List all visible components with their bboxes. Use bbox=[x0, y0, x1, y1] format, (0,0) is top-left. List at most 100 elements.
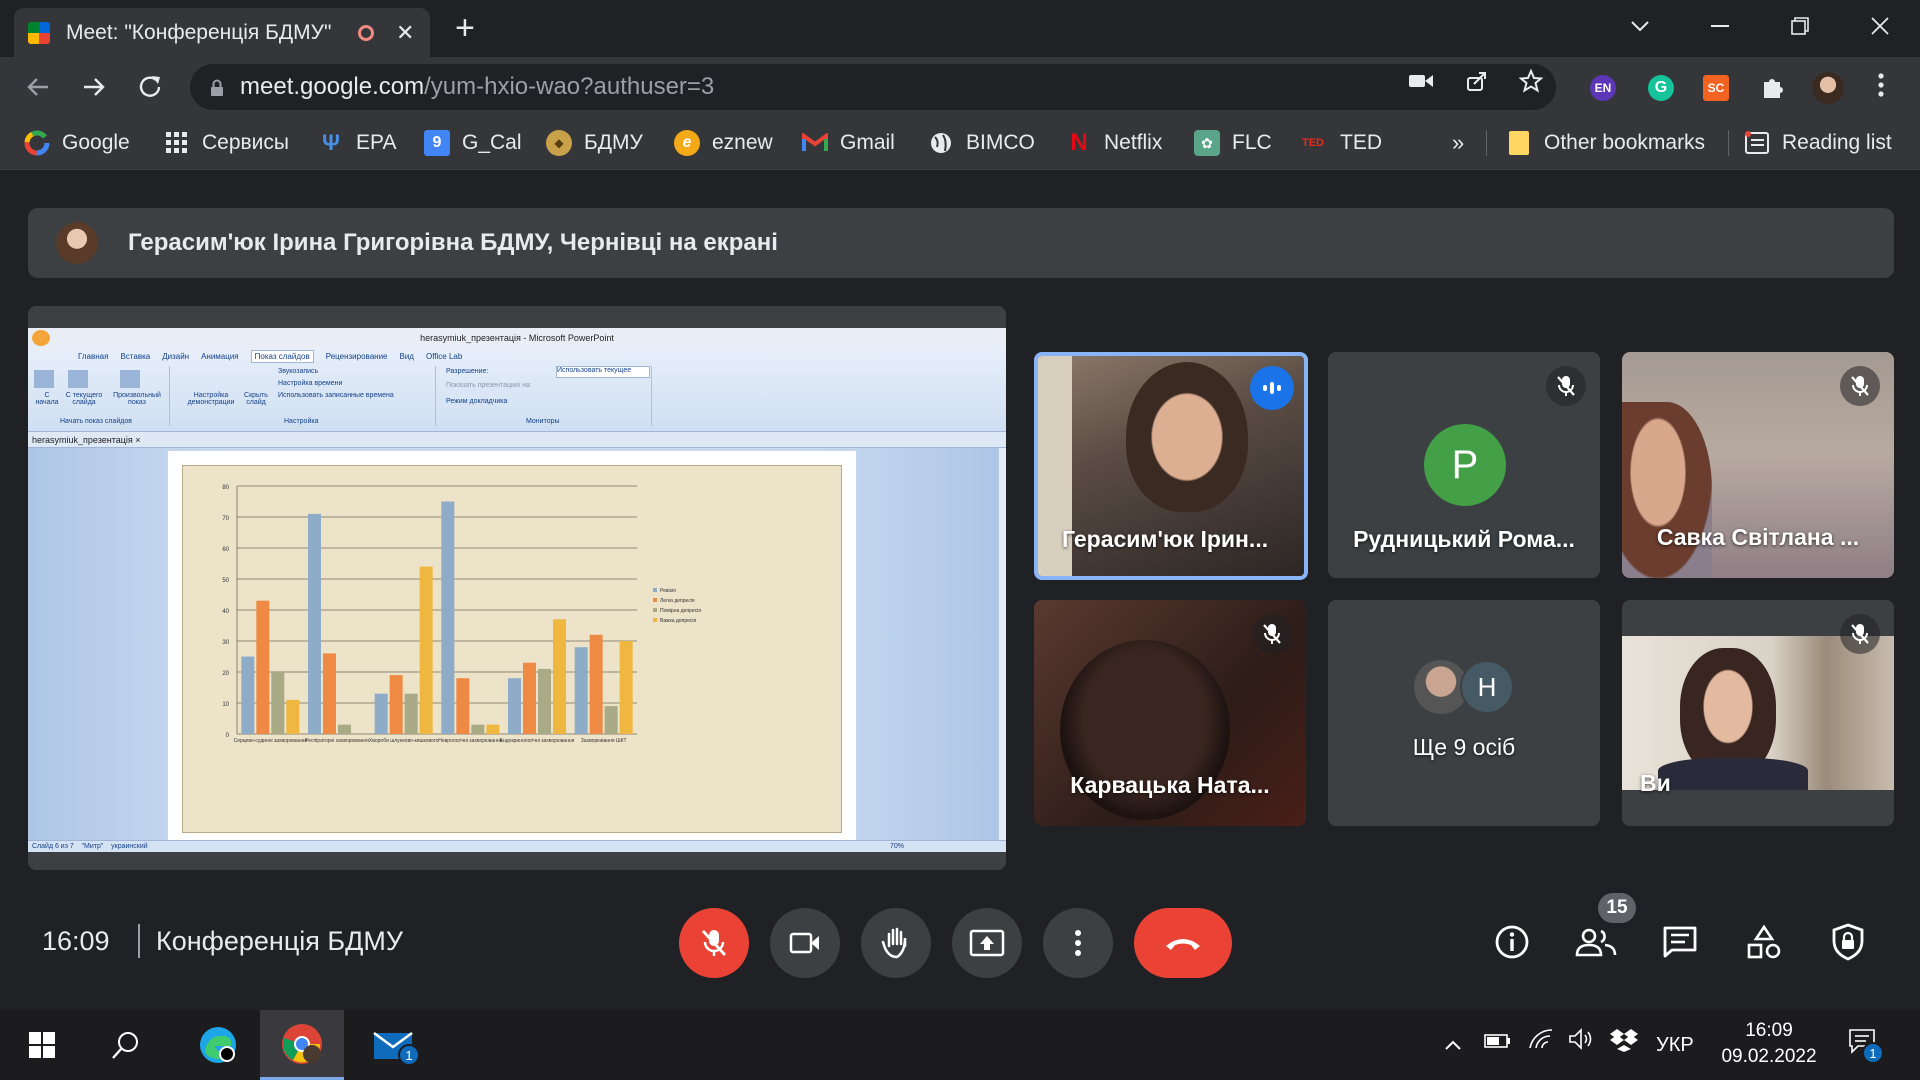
bookmark-bimco[interactable]: BIMCO bbox=[928, 130, 1035, 156]
wifi-icon[interactable] bbox=[1528, 1028, 1554, 1056]
close-window-icon[interactable] bbox=[1840, 0, 1920, 52]
other-bookmarks-folder[interactable]: Other bookmarks bbox=[1506, 130, 1705, 156]
share-icon[interactable] bbox=[1462, 69, 1492, 93]
globe-icon bbox=[928, 130, 954, 156]
participants-button[interactable] bbox=[1572, 918, 1620, 966]
tab-search-chevron-icon[interactable] bbox=[1600, 0, 1680, 52]
ppt-status-bar: Слайд 6 из 7 "Митр" украинский 70% bbox=[28, 840, 1006, 852]
battery-icon[interactable] bbox=[1484, 1032, 1512, 1055]
camera-toggle-button[interactable] bbox=[770, 908, 840, 978]
slide: 0 10 20 30 40 50 60 70 80 Серцево-судинні захворю… bbox=[168, 451, 856, 840]
taskbar-mail-app[interactable]: 1 bbox=[352, 1010, 436, 1080]
bookmarks-overflow-button[interactable]: » bbox=[1452, 130, 1464, 156]
chrome-menu-icon[interactable] bbox=[1866, 72, 1896, 97]
bookmark-gmail[interactable]: Gmail bbox=[802, 130, 895, 156]
start-button[interactable] bbox=[0, 1010, 84, 1080]
bookmark-services[interactable]: Сервисы bbox=[164, 130, 289, 156]
bookmark-epa[interactable]: Ψ EPA bbox=[318, 130, 396, 156]
ppt-document-tab: herasymiuk_презентація × bbox=[28, 432, 1006, 448]
camera-in-use-icon[interactable] bbox=[1406, 69, 1436, 93]
host-controls-button[interactable] bbox=[1824, 918, 1872, 966]
participant-tile-more[interactable]: Н Ще 9 осіб bbox=[1328, 600, 1600, 826]
leave-call-button[interactable] bbox=[1134, 908, 1232, 978]
bar bbox=[486, 724, 500, 734]
legend-swatch bbox=[653, 588, 657, 592]
ppt-vertical-scrollbar bbox=[998, 448, 1006, 840]
participant-video bbox=[1622, 402, 1712, 578]
dropbox-icon[interactable] bbox=[1610, 1028, 1638, 1058]
x-tick-label: Неврологічні захворювання bbox=[438, 738, 502, 744]
forward-arrow-icon[interactable] bbox=[76, 69, 112, 105]
mic-off-icon bbox=[1546, 366, 1586, 406]
input-language-indicator[interactable]: УКР bbox=[1656, 1034, 1694, 1057]
bookmark-star-icon[interactable] bbox=[1516, 68, 1546, 93]
participant-tile-2[interactable]: P Рудницький Рома... bbox=[1328, 352, 1600, 578]
bar bbox=[374, 693, 388, 734]
people-icon bbox=[1575, 928, 1617, 957]
bar-chart: 0 10 20 30 40 50 60 70 80 Серцево-судинні захворю… bbox=[222, 485, 701, 744]
participant-tile-self[interactable]: Ви bbox=[1622, 600, 1894, 826]
extensions-puzzle-icon[interactable] bbox=[1758, 74, 1788, 98]
bookmark-bdmu[interactable]: ◆ БДМУ bbox=[546, 130, 643, 156]
notifications-icon[interactable]: 1 bbox=[1848, 1028, 1884, 1064]
browser-tab-meet[interactable]: Meet: "Конференція БДМУ" ✕ bbox=[14, 8, 430, 57]
y-tick-label: 0 bbox=[226, 733, 230, 739]
search-icon bbox=[112, 1032, 138, 1059]
system-clock[interactable]: 16:09 09.02.2022 bbox=[1714, 1018, 1824, 1070]
activities-button[interactable] bbox=[1740, 918, 1788, 966]
participant-tile-3[interactable]: Савка Світлана ... bbox=[1622, 352, 1894, 578]
ppt-ribbon-tabs: Главная Вставка Дизайн Анимация Показ слайдо… bbox=[78, 350, 463, 363]
netflix-icon: N bbox=[1070, 129, 1088, 156]
tray-chevron-icon[interactable] bbox=[1444, 1034, 1462, 1057]
bookmark-gcal[interactable]: 9 G_Cal bbox=[424, 130, 522, 156]
bookmark-netflix[interactable]: N Netflix bbox=[1066, 129, 1162, 156]
taskbar-search-button[interactable] bbox=[84, 1010, 168, 1080]
more-options-button[interactable] bbox=[1043, 908, 1113, 978]
mic-off-icon bbox=[1840, 366, 1880, 406]
address-bar[interactable]: meet.google.com/yum-hxio-wao?authuser=3 bbox=[190, 64, 1556, 110]
present-icon bbox=[969, 929, 1005, 957]
minimize-window-icon[interactable] bbox=[1680, 0, 1760, 52]
reload-icon[interactable] bbox=[132, 69, 168, 105]
calendar-icon: 9 bbox=[424, 130, 450, 156]
chat-button[interactable] bbox=[1656, 918, 1704, 966]
restore-window-icon[interactable] bbox=[1760, 0, 1840, 52]
url-text: meet.google.com/yum-hxio-wao?authuser=3 bbox=[240, 73, 715, 100]
bar bbox=[538, 668, 551, 734]
bar bbox=[404, 693, 418, 734]
self-video bbox=[1622, 636, 1894, 790]
participant-tile-1[interactable]: Герасим'юк Ірин... bbox=[1034, 352, 1308, 580]
taskbar-edge-app[interactable] bbox=[176, 1010, 260, 1080]
bookmark-ted[interactable]: TED TED bbox=[1298, 130, 1382, 156]
lock-icon[interactable] bbox=[210, 79, 224, 96]
back-arrow-icon[interactable] bbox=[20, 69, 56, 105]
shared-screen[interactable]: herasymiuk_презентація - Microsoft Power… bbox=[28, 306, 1006, 870]
bookmark-flc[interactable]: ✿ FLC bbox=[1194, 130, 1272, 156]
bar bbox=[523, 662, 536, 734]
ext-language-icon[interactable]: EN bbox=[1590, 75, 1616, 101]
tab-close-icon[interactable]: ✕ bbox=[396, 20, 416, 46]
ext-grammarly-icon[interactable]: G bbox=[1648, 75, 1674, 101]
participant-name: Карвацька Ната... bbox=[1070, 772, 1270, 798]
bookmark-eznew[interactable]: e eznew bbox=[674, 130, 773, 156]
bdmu-icon: ◆ bbox=[546, 130, 572, 156]
microphone-toggle-button[interactable] bbox=[679, 908, 749, 978]
bookmark-google[interactable]: Google bbox=[24, 130, 130, 156]
bar bbox=[589, 634, 603, 734]
raise-hand-button[interactable] bbox=[861, 908, 931, 978]
gmail-icon bbox=[802, 130, 828, 156]
ted-icon: TED bbox=[1302, 137, 1324, 149]
new-tab-icon[interactable]: + bbox=[455, 10, 475, 46]
presenting-banner: Герасим'юк Ірина Григорівна БДМУ, Чернів… bbox=[28, 208, 1894, 278]
volume-icon[interactable] bbox=[1568, 1028, 1594, 1056]
profile-avatar[interactable] bbox=[1812, 72, 1844, 104]
epa-icon: Ψ bbox=[322, 130, 340, 155]
taskbar-chrome-app[interactable] bbox=[260, 1010, 344, 1080]
bar bbox=[619, 641, 633, 734]
reading-list-button[interactable]: Reading list bbox=[1744, 130, 1892, 156]
present-screen-button[interactable] bbox=[952, 908, 1022, 978]
notifications-badge: 1 bbox=[1862, 1042, 1884, 1064]
participant-tile-4[interactable]: Карвацька Ната... bbox=[1034, 600, 1306, 826]
ext-sc-icon[interactable]: SC bbox=[1703, 75, 1729, 101]
meeting-details-button[interactable] bbox=[1488, 918, 1536, 966]
